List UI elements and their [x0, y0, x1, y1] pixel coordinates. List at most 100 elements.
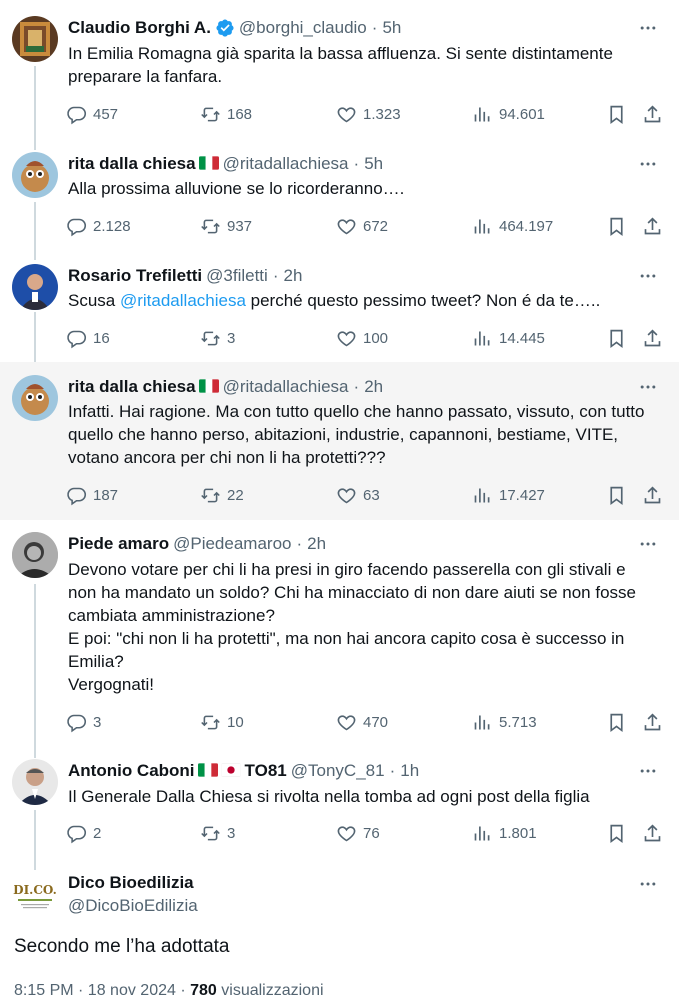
action-bar: 187 22 63 17.427 — [66, 483, 663, 507]
author-name[interactable]: Piede amaro — [68, 532, 169, 556]
avatar[interactable]: DI.CO. — [12, 872, 58, 918]
tweet-header: Antonio Caboni TO81 @TonyC_81 · 1h — [68, 759, 629, 783]
share-icon — [644, 328, 661, 346]
tweet-time[interactable]: 2h — [283, 264, 302, 288]
text-segment: perché questo pessimo tweet? Non é da te… — [245, 291, 601, 310]
avatar[interactable] — [12, 264, 58, 310]
like-count: 1.323 — [363, 105, 401, 123]
more-icon[interactable] — [637, 872, 659, 896]
like-button[interactable]: 100 — [336, 326, 388, 350]
logo-text: DI.CO. — [13, 883, 57, 897]
tweet-time[interactable]: 5h — [364, 152, 383, 176]
views-button[interactable]: 5.713 — [472, 710, 537, 734]
author-handle[interactable]: @3filetti — [206, 264, 268, 288]
italy-flag-icon — [198, 156, 219, 170]
retweet-icon — [201, 826, 220, 840]
tweet[interactable]: Piede amaro @Piedeamaroo · 2h Devono vot… — [0, 520, 679, 748]
share-button[interactable] — [642, 214, 663, 238]
tweet-time[interactable]: 2h — [307, 532, 326, 556]
retweet-button[interactable]: 22 — [200, 483, 244, 507]
more-icon[interactable] — [637, 16, 659, 40]
tweet-time[interactable]: 5h — [382, 16, 401, 40]
author-name[interactable]: Claudio Borghi A. — [68, 16, 211, 40]
more-icon[interactable] — [637, 532, 659, 556]
share-button[interactable] — [642, 326, 663, 350]
more-icon[interactable] — [637, 375, 659, 399]
like-button[interactable]: 470 — [336, 710, 388, 734]
author-handle[interactable]: @ritadallachiesa — [223, 375, 349, 399]
author-handle[interactable]: @DicoBioEdilizia — [68, 895, 198, 917]
bookmark-icon — [610, 486, 623, 505]
reply-button[interactable]: 3 — [66, 710, 101, 734]
more-icon[interactable] — [637, 264, 659, 288]
more-icon[interactable] — [637, 759, 659, 783]
retweet-icon — [201, 488, 220, 502]
share-button[interactable] — [642, 102, 663, 126]
tweet[interactable]: rita dalla chiesa @ritadallachiesa · 2h … — [0, 362, 679, 520]
like-button[interactable]: 63 — [336, 483, 380, 507]
bookmark-button[interactable] — [606, 214, 627, 238]
author-name[interactable]: Rosario Trefiletti — [68, 264, 202, 288]
retweet-button[interactable]: 3 — [200, 326, 235, 350]
bookmark-button[interactable] — [606, 102, 627, 126]
retweet-count: 3 — [227, 329, 236, 347]
views-button[interactable]: 94.601 — [472, 102, 545, 126]
avatar[interactable] — [12, 532, 58, 578]
author-handle[interactable]: @TonyC_81 — [291, 759, 385, 783]
retweet-button[interactable]: 10 — [200, 710, 244, 734]
author-handle[interactable]: @ritadallachiesa — [223, 152, 349, 176]
bookmark-button[interactable] — [606, 821, 627, 845]
separator-dot: · — [353, 377, 360, 396]
heart-icon — [337, 330, 356, 346]
reply-button[interactable]: 457 — [66, 102, 118, 126]
tweet[interactable]: Antonio Caboni TO81 @TonyC_81 · 1h Il Ge… — [0, 748, 679, 860]
share-button[interactable] — [642, 483, 663, 507]
views-count: 1.801 — [499, 824, 537, 842]
share-button[interactable] — [642, 710, 663, 734]
mention-link[interactable]: @ritadallachiesa — [120, 291, 246, 310]
separator-dot: · — [371, 18, 378, 37]
tweet-time[interactable]: 2h — [364, 375, 383, 399]
tweet-text: Infatti. Hai ragione. Ma con tutto quell… — [68, 402, 645, 467]
author-name[interactable]: rita dalla chiesa — [68, 152, 196, 176]
reply-button[interactable]: 16 — [66, 326, 110, 350]
author-name[interactable]: rita dalla chiesa — [68, 375, 196, 399]
avatar[interactable] — [12, 152, 58, 198]
tweet-time[interactable]: 1h — [400, 759, 419, 783]
author-handle[interactable]: @borghi_claudio — [239, 16, 367, 40]
bookmark-button[interactable] — [606, 326, 627, 350]
like-button[interactable]: 1.323 — [336, 102, 401, 126]
bookmark-button[interactable] — [606, 710, 627, 734]
share-button[interactable] — [642, 821, 663, 845]
views-button[interactable]: 14.445 — [472, 326, 545, 350]
more-icon[interactable] — [637, 152, 659, 176]
author-handle[interactable]: @Piedeamaroo — [173, 532, 291, 556]
retweet-button[interactable]: 168 — [200, 102, 252, 126]
bookmark-icon — [610, 329, 623, 348]
tweet-timestamp[interactable]: 8:15 PM · 18 nov 2024 · — [14, 982, 190, 999]
avatar[interactable] — [12, 375, 58, 421]
retweet-button[interactable]: 3 — [200, 821, 235, 845]
bookmark-button[interactable] — [606, 483, 627, 507]
avatar[interactable] — [12, 16, 58, 62]
like-button[interactable]: 76 — [336, 821, 380, 845]
like-button[interactable]: 672 — [336, 214, 388, 238]
author-name-suffix[interactable]: TO81 — [245, 759, 287, 783]
views-button[interactable]: 464.197 — [472, 214, 553, 238]
author-name[interactable]: Dico Bioedilizia — [68, 872, 194, 894]
reply-button[interactable]: 2.128 — [66, 214, 131, 238]
reply-button[interactable]: 2 — [66, 821, 101, 845]
text-line: Devono votare per chi li ha presi in gir… — [68, 560, 636, 625]
reply-count: 16 — [93, 329, 110, 347]
tweet[interactable]: Rosario Trefiletti @3filetti · 2h Scusa … — [0, 252, 679, 362]
reply-button[interactable]: 187 — [66, 483, 118, 507]
heart-icon — [337, 218, 356, 234]
avatar[interactable] — [12, 759, 58, 805]
tweet[interactable]: Claudio Borghi A. @borghi_claudio · 5h I… — [0, 0, 679, 140]
views-button[interactable]: 17.427 — [472, 483, 545, 507]
retweet-button[interactable]: 937 — [200, 214, 252, 238]
retweet-count: 168 — [227, 105, 253, 123]
author-name[interactable]: Antonio Caboni — [68, 759, 195, 783]
tweet[interactable]: rita dalla chiesa @ritadallachiesa · 5h … — [0, 140, 679, 252]
views-button[interactable]: 1.801 — [472, 821, 537, 845]
